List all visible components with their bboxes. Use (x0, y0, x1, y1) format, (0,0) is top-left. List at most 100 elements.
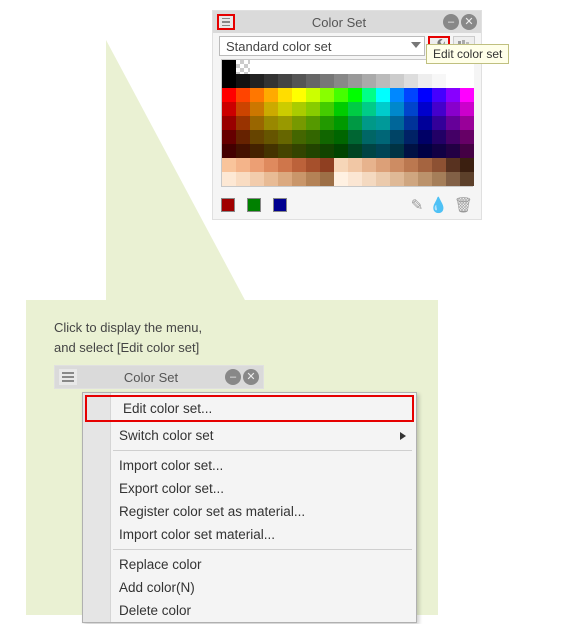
color-swatch[interactable] (306, 116, 320, 130)
color-swatch[interactable] (460, 88, 474, 102)
color-swatch[interactable] (418, 116, 432, 130)
color-swatch[interactable] (320, 60, 334, 74)
color-swatch[interactable] (390, 74, 404, 88)
color-swatch[interactable] (292, 144, 306, 158)
color-swatch[interactable] (362, 130, 376, 144)
menu-item-import-material[interactable]: Import color set material... (83, 523, 416, 546)
color-swatch[interactable] (334, 60, 348, 74)
color-swatch[interactable] (292, 60, 306, 74)
recent-color-chip[interactable] (247, 198, 261, 212)
color-swatch[interactable] (264, 74, 278, 88)
color-swatch[interactable] (334, 144, 348, 158)
color-swatch[interactable] (362, 158, 376, 172)
color-swatch[interactable] (306, 60, 320, 74)
color-swatch[interactable] (418, 130, 432, 144)
color-swatch[interactable] (404, 88, 418, 102)
color-swatch[interactable] (264, 172, 278, 186)
color-swatch[interactable] (334, 102, 348, 116)
menu-item-export-color-set[interactable]: Export color set... (83, 477, 416, 500)
color-swatch[interactable] (432, 102, 446, 116)
color-swatch[interactable] (390, 130, 404, 144)
color-swatch[interactable] (250, 102, 264, 116)
color-swatch[interactable] (348, 172, 362, 186)
color-swatch[interactable] (278, 74, 292, 88)
color-swatch[interactable] (278, 172, 292, 186)
color-swatch[interactable] (348, 102, 362, 116)
color-swatch[interactable] (306, 74, 320, 88)
trash-icon[interactable]: 🗑 (454, 196, 473, 214)
menu-item-add-color[interactable]: Add color(N) (83, 576, 416, 599)
color-swatch[interactable] (278, 144, 292, 158)
color-swatch[interactable] (320, 74, 334, 88)
color-swatch[interactable] (460, 172, 474, 186)
color-swatch[interactable] (446, 116, 460, 130)
color-swatch[interactable] (404, 74, 418, 88)
color-swatch[interactable] (348, 158, 362, 172)
color-swatch[interactable] (376, 172, 390, 186)
color-swatch[interactable] (264, 116, 278, 130)
color-swatch[interactable] (320, 144, 334, 158)
color-swatch[interactable] (292, 172, 306, 186)
color-swatch[interactable] (334, 74, 348, 88)
color-swatch[interactable] (446, 158, 460, 172)
mini-menu-button[interactable] (59, 369, 77, 385)
color-swatch[interactable] (460, 158, 474, 172)
menu-item-delete-color[interactable]: Delete color (83, 599, 416, 622)
color-swatch[interactable] (306, 130, 320, 144)
color-swatch[interactable] (404, 130, 418, 144)
color-swatch[interactable] (376, 144, 390, 158)
color-swatch[interactable] (362, 74, 376, 88)
color-swatch[interactable] (390, 172, 404, 186)
recent-color-chip[interactable] (273, 198, 287, 212)
color-swatch[interactable] (432, 130, 446, 144)
color-swatch[interactable] (306, 102, 320, 116)
color-swatch[interactable] (250, 116, 264, 130)
color-swatch[interactable] (404, 158, 418, 172)
color-swatch[interactable] (376, 88, 390, 102)
color-swatch[interactable] (278, 158, 292, 172)
add-drop-icon[interactable]: 💧 (429, 196, 448, 214)
color-swatch[interactable] (362, 172, 376, 186)
color-swatch[interactable] (362, 60, 376, 74)
color-swatch[interactable] (460, 144, 474, 158)
close-icon[interactable]: ✕ (243, 369, 259, 385)
color-swatch[interactable] (432, 144, 446, 158)
color-swatch[interactable] (292, 88, 306, 102)
color-swatch[interactable] (418, 74, 432, 88)
color-swatch[interactable] (334, 116, 348, 130)
color-swatch[interactable] (278, 116, 292, 130)
eyedropper-icon[interactable]: ✎ (411, 196, 424, 214)
color-swatch[interactable] (250, 172, 264, 186)
color-swatch[interactable] (292, 158, 306, 172)
color-swatch-grid[interactable] (221, 59, 473, 187)
color-swatch[interactable] (292, 74, 306, 88)
color-swatch[interactable] (432, 74, 446, 88)
color-swatch[interactable] (250, 130, 264, 144)
menu-item-replace-color[interactable]: Replace color (83, 553, 416, 576)
color-swatch[interactable] (320, 158, 334, 172)
color-swatch[interactable] (418, 172, 432, 186)
color-swatch[interactable] (460, 116, 474, 130)
color-swatch[interactable] (418, 88, 432, 102)
color-swatch[interactable] (250, 144, 264, 158)
color-swatch[interactable] (376, 60, 390, 74)
color-swatch[interactable] (390, 60, 404, 74)
color-swatch[interactable] (306, 158, 320, 172)
color-swatch[interactable] (404, 102, 418, 116)
color-set-dropdown[interactable]: Standard color set (219, 36, 425, 56)
color-swatch[interactable] (320, 102, 334, 116)
color-swatch[interactable] (334, 130, 348, 144)
color-swatch[interactable] (320, 116, 334, 130)
menu-item-edit-color-set[interactable]: Edit color set... (85, 395, 414, 422)
color-swatch[interactable] (404, 172, 418, 186)
color-swatch[interactable] (320, 130, 334, 144)
color-swatch[interactable] (250, 158, 264, 172)
color-swatch[interactable] (348, 60, 362, 74)
color-swatch[interactable] (446, 144, 460, 158)
color-swatch[interactable] (348, 130, 362, 144)
color-swatch[interactable] (390, 116, 404, 130)
color-swatch[interactable] (432, 158, 446, 172)
color-swatch[interactable] (362, 144, 376, 158)
color-swatch[interactable] (348, 74, 362, 88)
color-swatch[interactable] (390, 102, 404, 116)
